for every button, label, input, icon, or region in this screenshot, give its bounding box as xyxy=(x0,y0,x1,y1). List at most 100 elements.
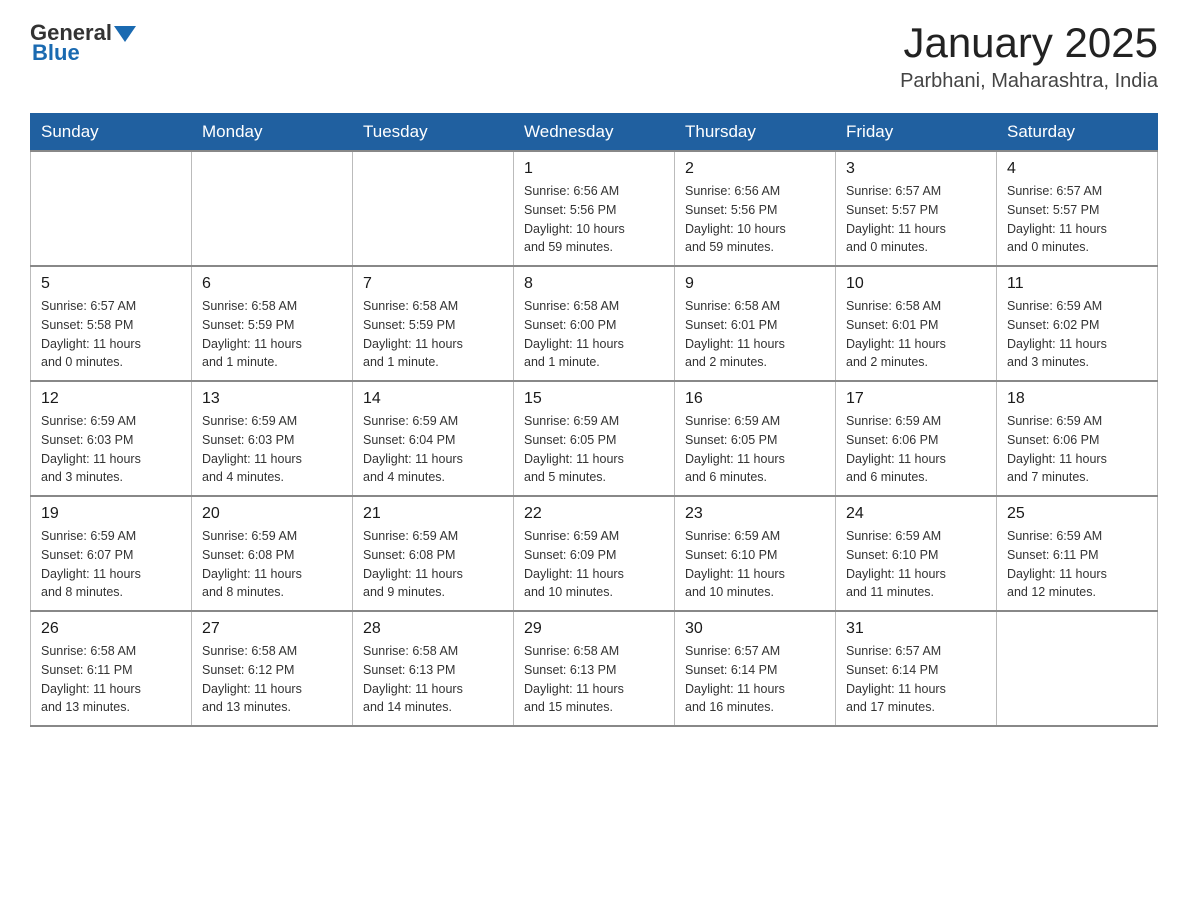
day-info: Sunrise: 6:59 AM Sunset: 6:06 PM Dayligh… xyxy=(1007,412,1147,487)
calendar-cell: 15 Sunrise: 6:59 AM Sunset: 6:05 PM Dayli… xyxy=(514,381,675,496)
day-header-thursday: Thursday xyxy=(675,114,836,152)
calendar-cell: 2 Sunrise: 6:56 AM Sunset: 5:56 PM Daylig… xyxy=(675,151,836,266)
calendar-cell: 10 Sunrise: 6:58 AM Sunset: 6:01 PM Dayli… xyxy=(836,266,997,381)
day-number: 30 xyxy=(685,620,825,638)
calendar-cell: 9 Sunrise: 6:58 AM Sunset: 6:01 PM Daylig… xyxy=(675,266,836,381)
day-info: Sunrise: 6:58 AM Sunset: 5:59 PM Dayligh… xyxy=(363,297,503,372)
day-info: Sunrise: 6:57 AM Sunset: 5:58 PM Dayligh… xyxy=(41,297,181,372)
week-row-2: 12 Sunrise: 6:59 AM Sunset: 6:03 PM Dayli… xyxy=(31,381,1158,496)
calendar-cell: 21Sunrise: 6:59 AM Sunset: 6:08 PM Dayli… xyxy=(353,496,514,611)
day-number: 8 xyxy=(524,275,664,293)
day-number: 4 xyxy=(1007,160,1147,178)
calendar-cell: 14Sunrise: 6:59 AM Sunset: 6:04 PM Dayli… xyxy=(353,381,514,496)
calendar-cell: 5Sunrise: 6:57 AM Sunset: 5:58 PM Daylig… xyxy=(31,266,192,381)
day-info: Sunrise: 6:58 AM Sunset: 6:01 PM Dayligh… xyxy=(846,297,986,372)
day-info: Sunrise: 6:59 AM Sunset: 6:04 PM Dayligh… xyxy=(363,412,503,487)
day-number: 24 xyxy=(846,505,986,523)
day-number: 2 xyxy=(685,160,825,178)
calendar-cell: 29 Sunrise: 6:58 AM Sunset: 6:13 PM Dayli… xyxy=(514,611,675,726)
calendar-cell: 16Sunrise: 6:59 AM Sunset: 6:05 PM Dayli… xyxy=(675,381,836,496)
calendar-cell xyxy=(31,151,192,266)
calendar-cell: 8 Sunrise: 6:58 AM Sunset: 6:00 PM Daylig… xyxy=(514,266,675,381)
day-info: Sunrise: 6:58 AM Sunset: 5:59 PM Dayligh… xyxy=(202,297,342,372)
day-number: 11 xyxy=(1007,275,1147,293)
day-headers-row: SundayMondayTuesdayWednesdayThursdayFrid… xyxy=(31,114,1158,152)
calendar-cell: 17 Sunrise: 6:59 AM Sunset: 6:06 PM Dayli… xyxy=(836,381,997,496)
calendar-cell: 11 Sunrise: 6:59 AM Sunset: 6:02 PM Dayli… xyxy=(997,266,1158,381)
day-info: Sunrise: 6:59 AM Sunset: 6:10 PM Dayligh… xyxy=(846,527,986,602)
calendar-cell: 23 Sunrise: 6:59 AM Sunset: 6:10 PM Dayli… xyxy=(675,496,836,611)
calendar-cell: 4Sunrise: 6:57 AM Sunset: 5:57 PM Daylig… xyxy=(997,151,1158,266)
day-info: Sunrise: 6:58 AM Sunset: 6:13 PM Dayligh… xyxy=(524,642,664,717)
day-number: 26 xyxy=(41,620,181,638)
day-info: Sunrise: 6:59 AM Sunset: 6:11 PM Dayligh… xyxy=(1007,527,1147,602)
day-number: 22 xyxy=(524,505,664,523)
day-number: 18 xyxy=(1007,390,1147,408)
day-info: Sunrise: 6:59 AM Sunset: 6:03 PM Dayligh… xyxy=(41,412,181,487)
calendar-cell: 18 Sunrise: 6:59 AM Sunset: 6:06 PM Dayli… xyxy=(997,381,1158,496)
calendar-subtitle: Parbhani, Maharashtra, India xyxy=(900,70,1158,93)
day-number: 27 xyxy=(202,620,342,638)
day-number: 19 xyxy=(41,505,181,523)
day-header-friday: Friday xyxy=(836,114,997,152)
day-number: 20 xyxy=(202,505,342,523)
day-number: 17 xyxy=(846,390,986,408)
day-info: Sunrise: 6:59 AM Sunset: 6:06 PM Dayligh… xyxy=(846,412,986,487)
day-info: Sunrise: 6:57 AM Sunset: 5:57 PM Dayligh… xyxy=(846,182,986,257)
calendar-cell: 12 Sunrise: 6:59 AM Sunset: 6:03 PM Dayli… xyxy=(31,381,192,496)
day-number: 7 xyxy=(363,275,503,293)
calendar-header: SundayMondayTuesdayWednesdayThursdayFrid… xyxy=(31,114,1158,152)
day-number: 29 xyxy=(524,620,664,638)
day-number: 25 xyxy=(1007,505,1147,523)
day-info: Sunrise: 6:59 AM Sunset: 6:08 PM Dayligh… xyxy=(363,527,503,602)
calendar-cell: 22Sunrise: 6:59 AM Sunset: 6:09 PM Dayli… xyxy=(514,496,675,611)
day-number: 6 xyxy=(202,275,342,293)
day-info: Sunrise: 6:59 AM Sunset: 6:03 PM Dayligh… xyxy=(202,412,342,487)
day-info: Sunrise: 6:58 AM Sunset: 6:11 PM Dayligh… xyxy=(41,642,181,717)
week-row-0: 1 Sunrise: 6:56 AM Sunset: 5:56 PM Daylig… xyxy=(31,151,1158,266)
day-info: Sunrise: 6:57 AM Sunset: 6:14 PM Dayligh… xyxy=(685,642,825,717)
day-number: 13 xyxy=(202,390,342,408)
header-right: January 2025 Parbhani, Maharashtra, Indi… xyxy=(900,20,1158,93)
day-info: Sunrise: 6:58 AM Sunset: 6:00 PM Dayligh… xyxy=(524,297,664,372)
day-info: Sunrise: 6:59 AM Sunset: 6:05 PM Dayligh… xyxy=(524,412,664,487)
day-number: 31 xyxy=(846,620,986,638)
day-number: 23 xyxy=(685,505,825,523)
day-header-wednesday: Wednesday xyxy=(514,114,675,152)
calendar-cell: 7 Sunrise: 6:58 AM Sunset: 5:59 PM Daylig… xyxy=(353,266,514,381)
calendar-cell xyxy=(192,151,353,266)
calendar-title: January 2025 xyxy=(900,20,1158,66)
calendar-cell: 27 Sunrise: 6:58 AM Sunset: 6:12 PM Dayli… xyxy=(192,611,353,726)
day-number: 9 xyxy=(685,275,825,293)
day-info: Sunrise: 6:59 AM Sunset: 6:02 PM Dayligh… xyxy=(1007,297,1147,372)
calendar-cell: 28Sunrise: 6:58 AM Sunset: 6:13 PM Dayli… xyxy=(353,611,514,726)
week-row-4: 26 Sunrise: 6:58 AM Sunset: 6:11 PM Dayli… xyxy=(31,611,1158,726)
page-header: General Blue January 2025 Parbhani, Maha… xyxy=(30,20,1158,93)
calendar-cell: 6 Sunrise: 6:58 AM Sunset: 5:59 PM Daylig… xyxy=(192,266,353,381)
day-info: Sunrise: 6:59 AM Sunset: 6:10 PM Dayligh… xyxy=(685,527,825,602)
day-number: 28 xyxy=(363,620,503,638)
logo-triangle-icon xyxy=(114,22,136,44)
week-row-3: 19Sunrise: 6:59 AM Sunset: 6:07 PM Dayli… xyxy=(31,496,1158,611)
day-info: Sunrise: 6:58 AM Sunset: 6:12 PM Dayligh… xyxy=(202,642,342,717)
calendar-cell: 1Sunrise: 6:56 AM Sunset: 5:56 PM Daylig… xyxy=(514,151,675,266)
calendar-body: 1 Sunrise: 6:56 AM Sunset: 5:56 PM Daylig… xyxy=(31,151,1158,726)
calendar-cell xyxy=(353,151,514,266)
day-info: Sunrise: 6:59 AM Sunset: 6:05 PM Dayligh… xyxy=(685,412,825,487)
day-header-saturday: Saturday xyxy=(997,114,1158,152)
calendar-cell: 20 Sunrise: 6:59 AM Sunset: 6:08 PM Dayli… xyxy=(192,496,353,611)
day-number: 1 xyxy=(524,160,664,178)
day-number: 12 xyxy=(41,390,181,408)
day-info: Sunrise: 6:58 AM Sunset: 6:01 PM Dayligh… xyxy=(685,297,825,372)
calendar-table: SundayMondayTuesdayWednesdayThursdayFrid… xyxy=(30,113,1158,727)
day-number: 10 xyxy=(846,275,986,293)
day-header-monday: Monday xyxy=(192,114,353,152)
calendar-cell: 3 Sunrise: 6:57 AM Sunset: 5:57 PM Daylig… xyxy=(836,151,997,266)
day-header-tuesday: Tuesday xyxy=(353,114,514,152)
day-number: 3 xyxy=(846,160,986,178)
calendar-cell: 31Sunrise: 6:57 AM Sunset: 6:14 PM Dayli… xyxy=(836,611,997,726)
day-number: 15 xyxy=(524,390,664,408)
day-info: Sunrise: 6:59 AM Sunset: 6:08 PM Dayligh… xyxy=(202,527,342,602)
day-info: Sunrise: 6:56 AM Sunset: 5:56 PM Dayligh… xyxy=(685,182,825,257)
calendar-cell: 13 Sunrise: 6:59 AM Sunset: 6:03 PM Dayli… xyxy=(192,381,353,496)
